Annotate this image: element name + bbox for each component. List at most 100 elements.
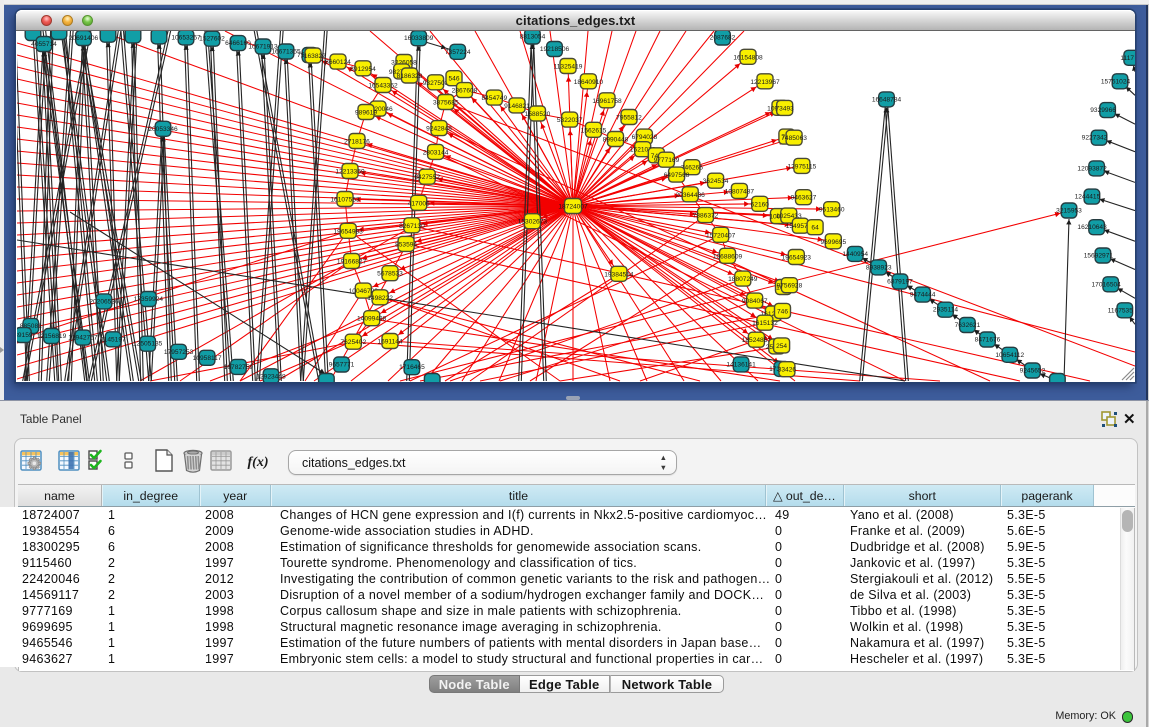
svg-text:20691406: 20691406	[69, 35, 99, 42]
svg-text:1716465: 1716465	[399, 364, 425, 371]
svg-text:417006: 417006	[408, 200, 430, 207]
svg-text:3624534: 3624534	[703, 178, 729, 185]
svg-text:1117: 1117	[1120, 55, 1134, 62]
svg-text:8186328: 8186328	[397, 73, 423, 80]
svg-text:1615132: 1615132	[752, 320, 778, 327]
svg-text:11325419: 11325419	[554, 64, 583, 71]
svg-text:5678533: 5678533	[377, 271, 403, 278]
svg-text:14136141: 14136141	[726, 361, 756, 368]
svg-text:16648784: 16648784	[872, 96, 902, 103]
svg-text:853594: 853594	[395, 241, 417, 248]
svg-text:6466160: 6466160	[225, 40, 251, 47]
svg-text:6879197: 6879197	[887, 279, 913, 286]
svg-text:2087682: 2087682	[710, 35, 736, 42]
svg-text:16961758: 16961758	[592, 98, 622, 105]
svg-text:9227342: 9227342	[1082, 135, 1108, 142]
svg-text:7632621: 7632621	[955, 322, 981, 329]
svg-text:16154808: 16154808	[733, 54, 763, 61]
svg-text:18724007: 18724007	[558, 204, 588, 211]
svg-text:17957253: 17957253	[164, 349, 194, 356]
svg-text:12213369: 12213369	[335, 169, 365, 176]
svg-text:3215953: 3215953	[1056, 208, 1082, 215]
svg-text:4055714: 4055714	[31, 41, 57, 48]
svg-text:7955812: 7955812	[616, 115, 642, 122]
svg-text:9329966: 9329966	[1090, 107, 1116, 114]
svg-text:12975115: 12975115	[787, 163, 816, 170]
svg-text:19218506: 19218506	[540, 46, 570, 53]
svg-text:19384554: 19384554	[604, 271, 634, 278]
svg-text:19654923: 19654923	[782, 255, 812, 262]
svg-text:7357224: 7357224	[445, 49, 471, 56]
svg-text:9327508: 9327508	[423, 80, 449, 87]
svg-text:8912954: 8912954	[350, 66, 376, 73]
svg-text:5322037: 5322037	[557, 117, 583, 124]
svg-text:6794028: 6794028	[632, 134, 658, 141]
svg-text:f(x): f(x)	[248, 455, 269, 470]
svg-text:7163822: 7163822	[300, 53, 326, 60]
svg-text:9513460: 9513460	[819, 207, 845, 214]
svg-text:9777169: 9777169	[654, 157, 680, 164]
svg-text:10807487: 10807487	[725, 188, 755, 195]
svg-text:2935114: 2935114	[933, 307, 959, 314]
svg-text:9146821: 9146821	[504, 103, 530, 110]
svg-text:12156819: 12156819	[37, 333, 67, 340]
svg-text:1691144: 1691144	[377, 339, 403, 346]
svg-text:17359924: 17359924	[134, 296, 164, 303]
svg-text:9245652: 9245652	[1020, 368, 1046, 375]
svg-text:1440954: 1440954	[842, 251, 868, 258]
svg-text:1167535: 1167535	[1108, 307, 1134, 314]
svg-text:6497568: 6497568	[664, 172, 690, 179]
svg-text:10688609: 10688609	[713, 253, 743, 260]
svg-text:19166827: 19166827	[337, 259, 367, 266]
svg-text:10958117: 10958117	[193, 355, 222, 362]
svg-text:14099488: 14099488	[357, 316, 387, 323]
svg-text:7625402: 7625402	[340, 339, 366, 346]
svg-text:12505135: 12505135	[133, 341, 163, 348]
svg-text:9657771: 9657771	[329, 362, 355, 369]
svg-text:20364436: 20364436	[676, 192, 706, 199]
svg-text:18807249: 18807249	[728, 276, 758, 283]
svg-text:746: 746	[777, 308, 788, 315]
svg-text:33426: 33426	[778, 367, 797, 374]
svg-text:2803144: 2803144	[423, 149, 449, 156]
svg-text:15692971: 15692971	[1084, 253, 1114, 260]
svg-text:16543362: 16543362	[368, 83, 398, 90]
svg-text:1562615: 1562615	[581, 127, 607, 134]
svg-text:1145197: 1145197	[101, 336, 127, 343]
svg-text:12923448: 12923448	[256, 373, 286, 380]
svg-text:7485063: 7485063	[781, 135, 807, 142]
svg-text:1498222: 1498222	[367, 295, 393, 302]
svg-text:10653267: 10653267	[171, 34, 201, 41]
svg-text:62160: 62160	[751, 201, 770, 208]
svg-text:18640910: 18640910	[574, 79, 604, 86]
svg-text:9756928: 9756928	[777, 283, 803, 290]
svg-text:1527602: 1527602	[199, 36, 225, 43]
svg-text:10654112: 10654112	[995, 352, 1024, 359]
svg-text:39159: 39159	[17, 332, 33, 339]
svg-text:16033809: 16033809	[404, 35, 434, 42]
svg-text:3875685: 3875685	[433, 100, 459, 107]
svg-text:15751024: 15751024	[1101, 78, 1131, 85]
svg-text:8267130: 8267130	[399, 223, 425, 230]
svg-text:15302673: 15302673	[518, 219, 548, 226]
svg-text:9474444: 9474444	[910, 292, 936, 299]
svg-text:16782759: 16782759	[224, 364, 254, 371]
svg-text:7386372: 7386372	[693, 213, 719, 220]
svg-text:1244415: 1244415	[1075, 194, 1101, 201]
svg-text:12093872: 12093872	[1077, 165, 1107, 172]
svg-text:16107553: 16107553	[330, 197, 360, 204]
svg-text:20206536: 20206536	[89, 298, 119, 305]
svg-text:73493: 73493	[776, 105, 795, 112]
svg-text:8660124: 8660124	[325, 59, 351, 66]
svg-text:16210643: 16210643	[1077, 224, 1107, 231]
svg-text:17016504: 17016504	[1092, 281, 1122, 288]
svg-text:2718176: 2718176	[344, 139, 370, 146]
svg-text:12942757: 12942757	[68, 335, 98, 342]
svg-text:8471676: 8471676	[975, 337, 1001, 344]
svg-text:8813054: 8813054	[520, 34, 546, 41]
svg-text:254: 254	[776, 343, 787, 350]
svg-text:2867608: 2867608	[452, 88, 478, 95]
svg-text:1588520: 1588520	[525, 111, 551, 118]
svg-text:19654983: 19654983	[334, 228, 364, 235]
svg-text:9699695: 9699695	[820, 239, 846, 246]
